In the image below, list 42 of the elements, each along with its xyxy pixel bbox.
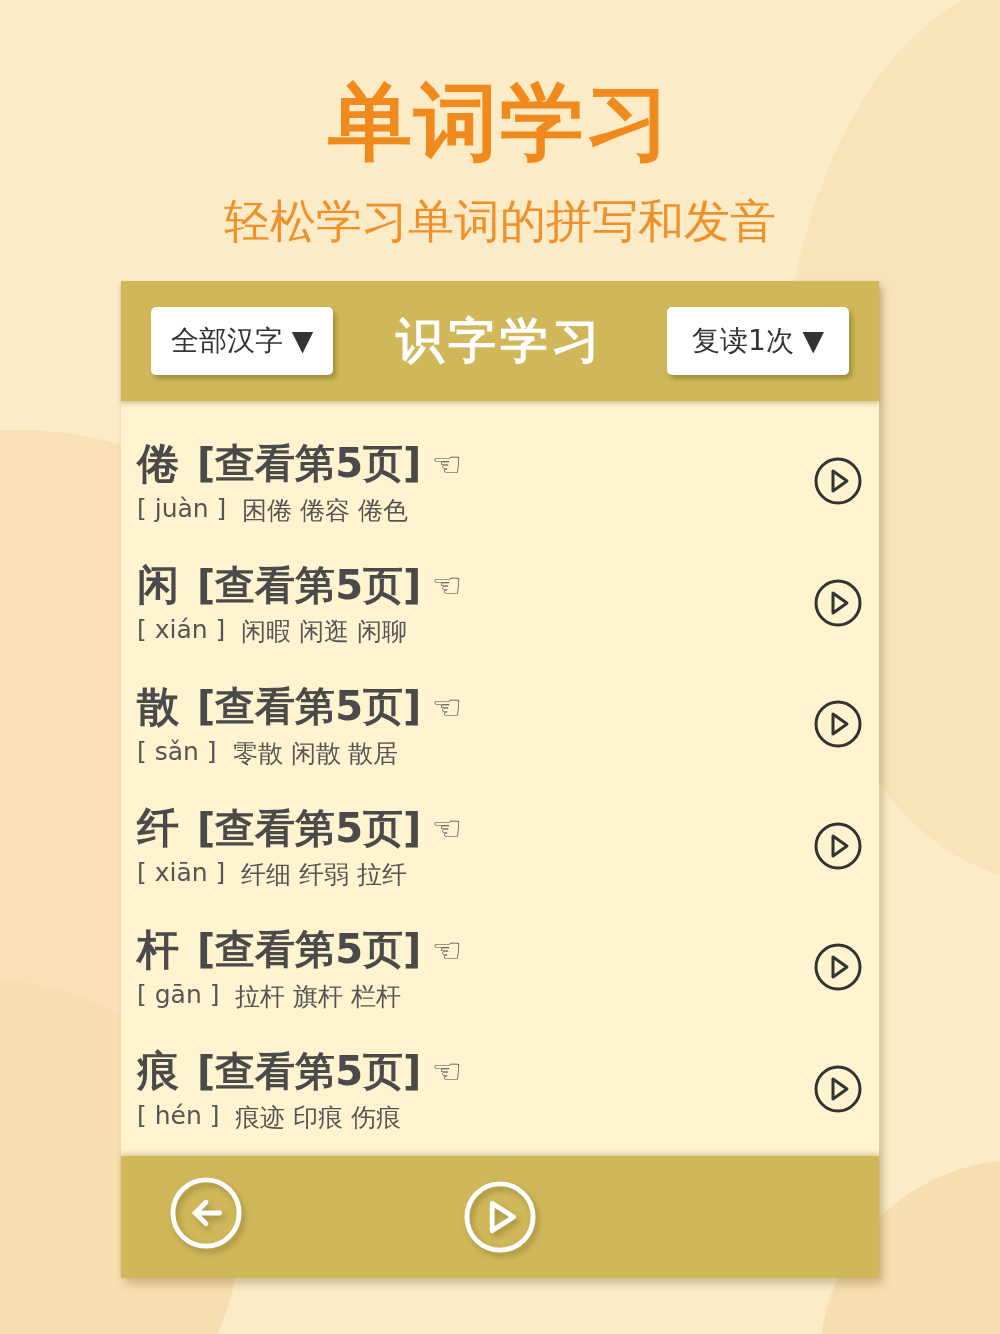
page-link[interactable]: [查看第5页] xyxy=(197,436,422,492)
example-words: 纤细 纤弱 拉纤 xyxy=(241,859,408,892)
pointing-hand-icon: ☜ xyxy=(431,443,462,484)
page-link[interactable]: [查看第5页] xyxy=(197,1043,422,1099)
pinyin: [ sǎn ] xyxy=(137,736,217,768)
page-link[interactable]: [查看第5页] xyxy=(197,922,422,978)
pinyin: [ xiān ] xyxy=(137,858,226,890)
page-title: 单词学习 xyxy=(328,80,672,164)
example-words: 痕迹 印痕 伤痕 xyxy=(235,1102,402,1135)
word-character: 痕 xyxy=(137,1045,179,1098)
example-words: 拉杆 旗杆 栏杆 xyxy=(235,980,402,1013)
pointing-hand-icon: ☜ xyxy=(431,1051,462,1092)
pinyin: [ xián ] xyxy=(137,615,226,647)
pointing-hand-icon: ☜ xyxy=(431,929,462,970)
page-link[interactable]: [查看第5页] xyxy=(197,679,422,735)
example-words: 闲暇 闲逛 闲聊 xyxy=(241,616,408,649)
pointing-hand-icon: ☜ xyxy=(431,808,462,849)
play-icon[interactable] xyxy=(813,820,863,871)
example-words: 困倦 倦容 倦色 xyxy=(242,494,409,527)
word-character: 倦 xyxy=(137,437,179,490)
pinyin: [ juàn ] xyxy=(137,493,227,525)
word-character: 纤 xyxy=(137,802,179,855)
pinyin: [ hén ] xyxy=(137,1101,220,1133)
character-filter-dropdown[interactable]: 全部汉字 ▼ xyxy=(151,306,333,375)
pinyin: [ gān ] xyxy=(137,979,220,1011)
page-link[interactable]: [查看第5页] xyxy=(197,800,422,856)
play-icon[interactable] xyxy=(813,942,863,993)
word-character: 散 xyxy=(137,680,179,733)
play-icon[interactable] xyxy=(813,699,863,750)
repeat-dropdown[interactable]: 复读1次 ▼ xyxy=(667,306,849,375)
page-subtitle: 轻松学习单词的拼写和发音 xyxy=(224,196,776,247)
play-icon[interactable] xyxy=(813,1063,863,1114)
pointing-hand-icon: ☜ xyxy=(431,565,462,606)
play-icon[interactable] xyxy=(813,577,863,628)
example-words: 零散 闲散 散居 xyxy=(232,737,399,770)
back-icon[interactable] xyxy=(169,1175,243,1250)
header-title: 识字学习 xyxy=(396,310,604,370)
page-link[interactable]: [查看第5页] xyxy=(197,557,422,613)
pointing-hand-icon: ☜ xyxy=(431,686,462,727)
word-character: 杆 xyxy=(137,923,179,976)
word-character: 闲 xyxy=(137,559,179,612)
play-icon[interactable] xyxy=(813,456,863,507)
